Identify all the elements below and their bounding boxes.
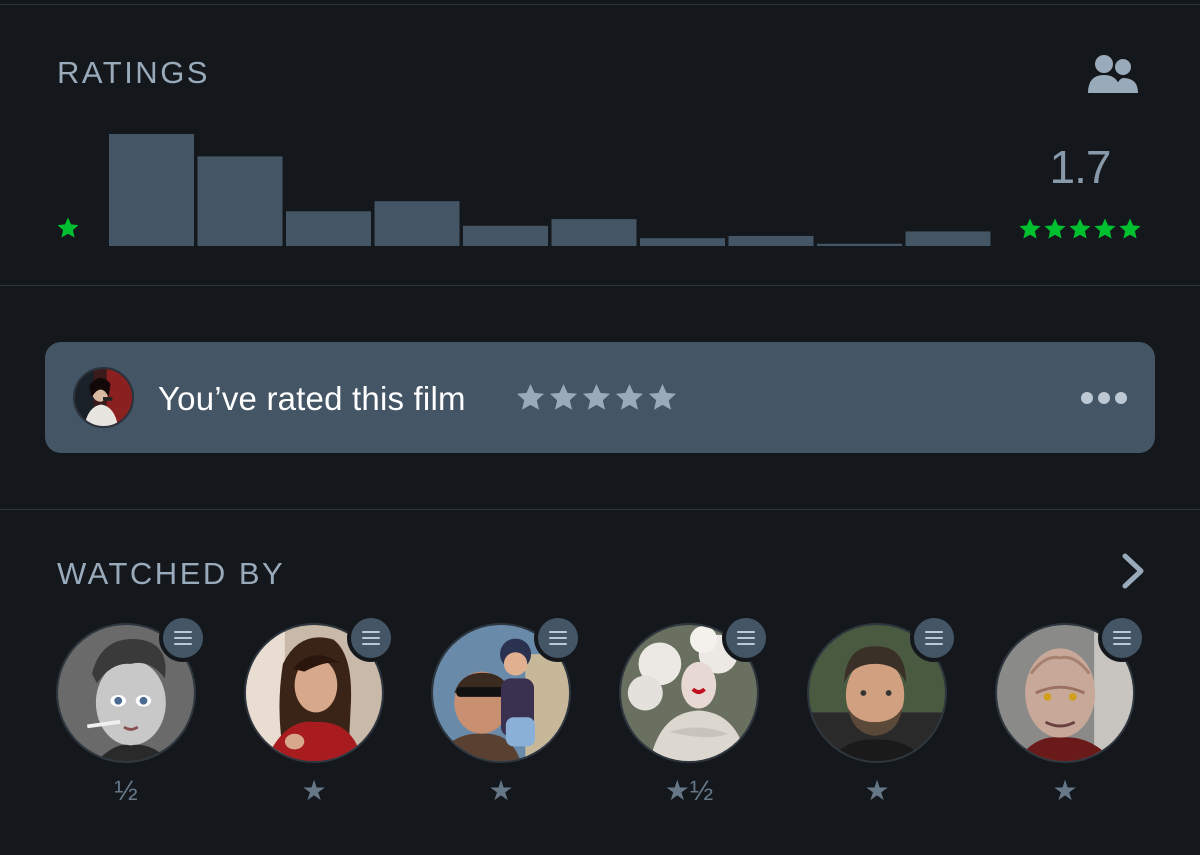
member-rating: ★ (301, 775, 327, 806)
section-divider (0, 509, 1200, 510)
ratings-histogram: ½★★½★★★★½★★★★★★½★★★★★★★★½★★★★★ (109, 134, 991, 246)
member-2[interactable]: ★ (244, 614, 395, 808)
watched-by-title[interactable]: WATCHED BY (57, 556, 285, 592)
member-rating: ★ (1052, 775, 1078, 806)
review-icon[interactable] (910, 614, 958, 662)
histogram-bar[interactable]: ★★★★½ (817, 243, 902, 246)
review-icon[interactable] (1098, 614, 1146, 662)
five-stars-icon (1018, 217, 1144, 241)
star-icon[interactable] (647, 382, 678, 413)
histogram-bar[interactable]: ★★★ (551, 219, 637, 246)
member-1[interactable]: ½ (56, 614, 207, 808)
star-icon[interactable] (548, 382, 579, 413)
histogram-bar[interactable]: ★ (197, 156, 283, 246)
star-icon[interactable] (581, 382, 612, 413)
star-icon[interactable] (515, 382, 546, 413)
histogram-bar[interactable]: ½ (109, 134, 194, 246)
histogram-bar[interactable]: ★★★½ (640, 238, 725, 246)
ratings-section: RATINGS ½★★½★★★★½★★★★★★½★★★★★★★★½★★★★★ 1… (0, 5, 1200, 285)
your-rating-text: You’ve rated this film (158, 380, 466, 417)
member-5[interactable]: ★ (807, 614, 958, 808)
member-rating: ★ (864, 775, 890, 806)
review-icon[interactable] (534, 614, 582, 662)
histogram-bar[interactable]: ★½ (286, 211, 371, 246)
review-icon[interactable] (159, 614, 207, 662)
histogram-bar[interactable]: ★★★★★ (905, 231, 991, 246)
histogram-bar[interactable]: ★★½ (463, 225, 548, 246)
your-rating-stars[interactable] (515, 382, 678, 413)
member-rating: ★½ (664, 775, 714, 806)
member-4[interactable]: ★½ (619, 614, 770, 808)
review-icon[interactable] (722, 614, 770, 662)
member-6[interactable]: ★ (995, 614, 1146, 808)
star-icon[interactable] (614, 382, 645, 413)
chevron-right-icon[interactable] (1120, 553, 1146, 589)
member-rating: ½ (114, 775, 138, 806)
average-rating: 1.7 (1049, 141, 1112, 193)
section-divider (0, 285, 1200, 286)
your-rating-card[interactable]: You’ve rated this film (45, 342, 1155, 453)
more-options-icon[interactable] (1081, 392, 1127, 404)
review-icon[interactable] (347, 614, 395, 662)
single-star-icon (57, 217, 79, 238)
member-3[interactable]: ★ (431, 614, 582, 808)
user-avatar[interactable] (73, 367, 134, 428)
histogram-bar[interactable]: ★★ (374, 201, 460, 246)
histogram-bar[interactable]: ★★★★ (728, 235, 814, 246)
member-rating: ★ (488, 775, 514, 806)
